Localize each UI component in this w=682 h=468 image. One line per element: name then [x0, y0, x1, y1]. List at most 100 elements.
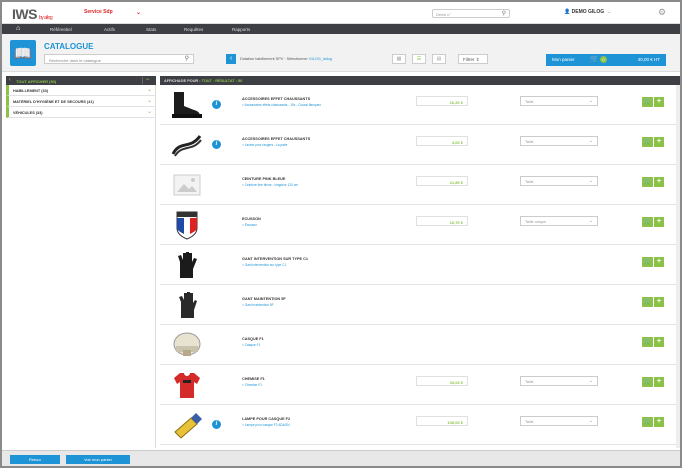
product-subtitle[interactable]: > Ceinture fine bleue - longueur 120 cm [242, 183, 298, 187]
chevron-left-icon: ‹ [229, 55, 233, 62]
service-selector[interactable]: Service Sdp ⌄ [84, 9, 144, 19]
add-to-cart-button[interactable]: 🛒 + [642, 377, 666, 387]
add-to-cart-button[interactable]: 🛒 + [642, 417, 666, 427]
app-logo[interactable]: IWS by ailog [12, 6, 53, 22]
plus-icon: + [654, 377, 664, 387]
grid-view-button[interactable]: ▦ [392, 54, 406, 64]
add-to-cart-button[interactable]: 🛒 + [642, 137, 666, 147]
product-image[interactable] [168, 250, 206, 280]
product-image[interactable] [168, 170, 206, 200]
breadcrumb: Dotation habillement SPV · Sélectionner … [240, 57, 332, 61]
nav-item-requetes[interactable]: Requêtes [184, 27, 203, 32]
size-select[interactable]: Taille ⌄ [520, 136, 598, 146]
cart-icon: 🛒 [642, 337, 654, 347]
product-name[interactable]: ECUSSON [242, 217, 261, 221]
size-select[interactable]: Taille ⌄ [520, 176, 598, 186]
sidebar-item-hygiene[interactable]: MATÉRIEL D'HYGIÈNE ET DE SECOURS (41) ⌄ [6, 96, 156, 107]
add-to-cart-button[interactable]: 🛒 + [642, 337, 666, 347]
add-to-cart-button[interactable]: 🛒 + [642, 257, 666, 267]
cart-button[interactable]: Mon panier 🛒 0 40,00 € HT [546, 54, 666, 66]
cart-icon: 🛒 [642, 137, 654, 147]
user-menu[interactable]: 👤 DEMO GILOG ⌄ [564, 9, 611, 15]
nav-item-stats[interactable]: Stats [146, 27, 156, 32]
product-name[interactable]: CEINTURE PINK BLEUE [242, 177, 285, 181]
product-subtitle[interactable]: > Lacets pour rangers - La paire [242, 143, 287, 147]
tile-view-button[interactable]: ▤ [432, 54, 446, 64]
main-nav: ⌂ Référentiel Actifs Stats Requêtes Rapp… [2, 24, 680, 34]
product-image[interactable] [168, 130, 206, 160]
plus-icon: + [654, 417, 664, 427]
product-subtitle[interactable]: > Casque F1 [242, 343, 260, 347]
size-select[interactable]: Taille ⌄ [520, 96, 598, 106]
tile-icon: ▤ [436, 56, 442, 62]
add-to-cart-button[interactable]: 🛒 + [642, 217, 666, 227]
collapse-icon[interactable]: − [142, 77, 152, 84]
chevron-down-icon: ⌄ [146, 87, 152, 93]
view-cart-button[interactable]: Voir mon panier [66, 455, 130, 464]
product-name[interactable]: CHEMISE F1 [242, 377, 265, 381]
nav-item-actifs[interactable]: Actifs [104, 27, 115, 32]
footer-bar: Retour Voir mon panier [2, 450, 680, 466]
chevron-left-icon: ‹ [9, 77, 11, 83]
user-icon: 👤 [564, 9, 571, 15]
chevron-down-icon: ⌄ [146, 98, 152, 104]
product-image[interactable] [168, 370, 206, 400]
product-image[interactable] [168, 210, 206, 240]
product-row: GANT INTERVENTION SUR TYPE C1 > Gant inte… [160, 245, 680, 285]
breadcrumb-link[interactable]: GILOG_iailog [309, 57, 332, 61]
sidebar-item-habillement[interactable]: HABILLEMENT (33) ⌄ [6, 85, 156, 96]
info-icon[interactable]: i [212, 420, 221, 429]
nav-item-referentiel[interactable]: Référentiel [50, 27, 72, 32]
cart-amount: 40,00 € HT [637, 57, 660, 62]
product-name[interactable]: GANT MAINTENTION 5F [242, 297, 286, 301]
quote-search-input[interactable]: Devis n° ⚲ [432, 9, 510, 18]
filter-button[interactable]: Filtrer ⇕ [458, 54, 488, 64]
product-subtitle[interactable]: > Lampe pour casque F2 ADAGN [242, 423, 290, 427]
product-name[interactable]: GANT INTERVENTION SUR TYPE C1 [242, 257, 308, 261]
back-button[interactable]: ‹ [226, 54, 236, 64]
product-subtitle[interactable]: > Gant maintention 5F [242, 303, 274, 307]
product-image[interactable] [168, 90, 206, 120]
product-subtitle[interactable]: > Gant intervention sur type C1 [242, 263, 286, 267]
product-price: 21,89 € [416, 176, 468, 186]
product-name[interactable]: ACCESSOIRES EFFET CHAUSSANTS [242, 97, 310, 101]
product-name[interactable]: LAMPE POUR CASQUE F2 [242, 417, 290, 421]
back-footer-button[interactable]: Retour [10, 455, 60, 464]
product-image[interactable] [168, 330, 206, 360]
plus-icon: + [654, 177, 664, 187]
plus-icon: + [654, 257, 664, 267]
nav-item-rapports[interactable]: Rapports [232, 27, 250, 32]
sidebar-item-vehicules[interactable]: VÉHICULES (33) ⌄ [6, 107, 156, 118]
add-to-cart-button[interactable]: 🛒 + [642, 177, 666, 187]
add-to-cart-button[interactable]: 🛒 + [642, 297, 666, 307]
plus-icon: + [654, 297, 664, 307]
scrollbar[interactable] [676, 85, 680, 448]
cart-icon: 🛒 [642, 377, 654, 387]
gear-icon[interactable]: ⚙ [658, 7, 666, 18]
catalogue-search-input[interactable]: Recherche dans le catalogue ⚲ [44, 54, 194, 64]
product-image[interactable] [168, 290, 206, 320]
list-view-button[interactable]: ☰ [412, 54, 426, 64]
home-icon[interactable]: ⌂ [16, 25, 20, 32]
search-icon[interactable]: ⚲ [185, 55, 189, 62]
cart-icon: 🛒 [642, 177, 654, 187]
size-select[interactable]: Taille unique ⌄ [520, 216, 598, 226]
product-name[interactable]: CASQUE F1 [242, 337, 264, 341]
chevron-down-icon: ⌄ [588, 418, 593, 424]
product-subtitle[interactable]: > Chemise F1 [242, 383, 262, 387]
product-image[interactable] [168, 410, 206, 440]
size-select[interactable]: Taille ⌄ [520, 416, 598, 426]
product-price: 108,00 € [416, 416, 468, 426]
product-subtitle[interactable]: > Accessoires effets chaussants - 19x - … [242, 103, 321, 107]
add-to-cart-button[interactable]: 🛒 + [642, 97, 666, 107]
top-bar: IWS by ailog Service Sdp ⌄ Devis n° ⚲ 👤 DEM… [2, 2, 680, 24]
search-icon[interactable]: ⚲ [502, 10, 506, 17]
info-icon[interactable]: i [212, 100, 221, 109]
size-select[interactable]: Taille ⌄ [520, 376, 598, 386]
list-icon: ☰ [416, 56, 422, 62]
info-icon[interactable]: i [212, 140, 221, 149]
sidebar-show-all[interactable]: ‹ TOUT AFFICHER (50) − [6, 76, 156, 85]
product-subtitle[interactable]: > Écusson [242, 223, 257, 227]
product-row: i LAMPE POUR CASQUE F2 > Lampe pour casque… [160, 405, 680, 445]
product-name[interactable]: ACCESSOIRES EFFET CHAUSSANTS [242, 137, 310, 141]
